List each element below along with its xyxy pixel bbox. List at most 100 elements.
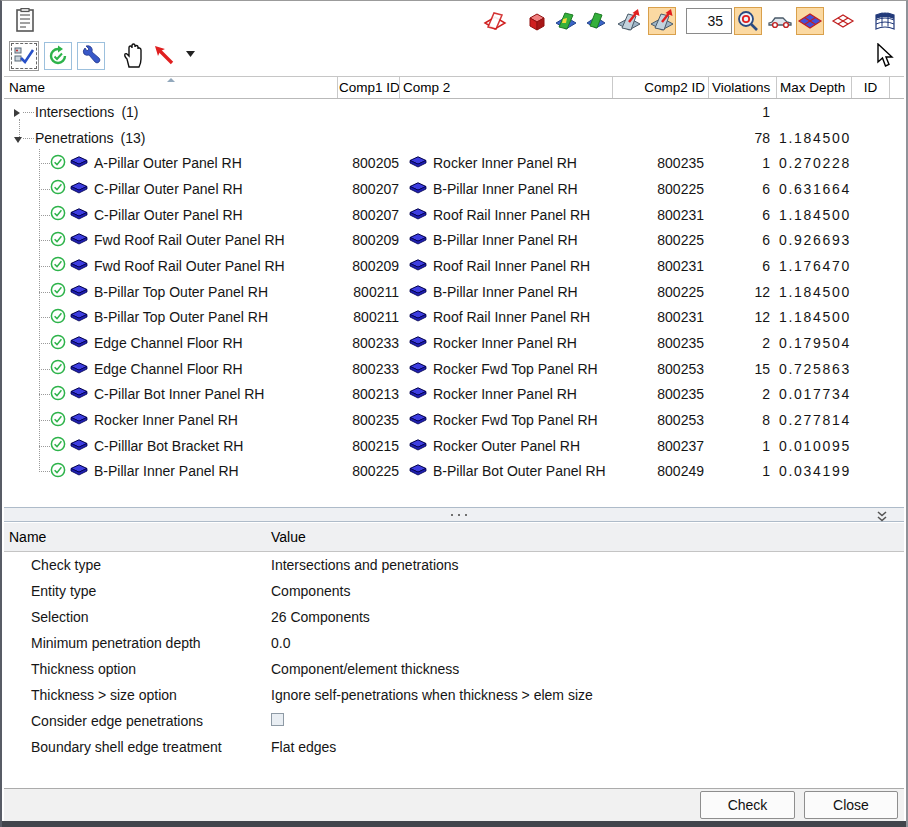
detail-row[interactable]: Boundary shell edge treatmentFlat edges bbox=[4, 734, 904, 760]
results-tree: Intersections(1) 1 Penetrations(13) 78 1… bbox=[4, 99, 904, 507]
component-icon bbox=[409, 155, 427, 171]
footer-bar: Check Close bbox=[4, 789, 904, 822]
expand-expanded-icon[interactable] bbox=[14, 137, 22, 143]
check-button[interactable]: Check bbox=[700, 791, 795, 819]
penetration-row[interactable]: Edge Channel Floor RH 800233 Rocker Fwd … bbox=[4, 356, 904, 382]
component-icon bbox=[409, 258, 427, 274]
details-header-name: Name bbox=[4, 529, 271, 545]
penetration-row[interactable]: Rocker Inner Panel RH 800235 Rocker Fwd … bbox=[4, 407, 904, 433]
column-header-comp2-id[interactable]: Comp2 ID bbox=[613, 77, 709, 98]
component-icon bbox=[70, 232, 88, 248]
check-ok-icon bbox=[50, 359, 66, 378]
tree-group-intersections[interactable]: Intersections(1) 1 bbox=[4, 99, 904, 125]
report-document-icon[interactable] bbox=[12, 7, 38, 34]
expand-collapsed-icon[interactable] bbox=[14, 109, 20, 117]
component-icon bbox=[409, 386, 427, 402]
mesh-table-icon[interactable] bbox=[871, 7, 899, 35]
details-header: Name Value bbox=[4, 523, 904, 552]
depth-number-input[interactable] bbox=[686, 8, 732, 34]
detail-row[interactable]: Minimum penetration depth0.0 bbox=[4, 630, 904, 656]
component-icon bbox=[409, 207, 427, 223]
component-icon bbox=[409, 463, 427, 479]
penetration-row[interactable]: Fwd Roof Rail Outer Panel RH 800209 Roof… bbox=[4, 253, 904, 279]
penetration-vector-icon[interactable] bbox=[615, 7, 643, 35]
check-ok-icon bbox=[50, 411, 66, 430]
detail-row[interactable]: Thickness optionComponent/element thickn… bbox=[4, 656, 904, 682]
check-ok-icon bbox=[50, 308, 66, 327]
component-icon bbox=[70, 335, 88, 351]
window-bottom-edge bbox=[2, 821, 906, 827]
detail-row[interactable]: Check typeIntersections and penetrations bbox=[4, 552, 904, 578]
detail-row[interactable]: Consider edge penetrations bbox=[4, 708, 904, 734]
toolbar-top bbox=[4, 2, 904, 38]
penetration-check-window: Name Comp1 ID Comp 2 Comp2 ID Violations… bbox=[0, 0, 908, 827]
column-header-violations[interactable]: Violations bbox=[709, 77, 777, 98]
component-icon bbox=[70, 309, 88, 325]
results-table-header: Name Comp1 ID Comp 2 Comp2 ID Violations… bbox=[4, 76, 904, 99]
component-icon bbox=[70, 258, 88, 274]
check-ok-icon bbox=[50, 282, 66, 301]
tools-icon[interactable] bbox=[77, 42, 105, 70]
details-header-value: Value bbox=[271, 529, 306, 545]
toolbar-second bbox=[4, 38, 904, 75]
detail-row[interactable]: Selection26 Components bbox=[4, 604, 904, 630]
splitter-handle-icon[interactable] bbox=[451, 514, 467, 516]
column-header-max-depth[interactable]: Max Depth bbox=[777, 77, 852, 98]
column-header-name[interactable]: Name bbox=[4, 77, 338, 98]
select-arrow-icon[interactable] bbox=[150, 41, 180, 71]
component-icon bbox=[409, 438, 427, 454]
contour-result-icon[interactable] bbox=[552, 7, 580, 35]
component-icon bbox=[409, 412, 427, 428]
penetration-row[interactable]: B-Pillar Top Outer Panel RH 800211 B-Pil… bbox=[4, 279, 904, 305]
check-settings-icon[interactable] bbox=[9, 41, 39, 71]
review-zoom-icon[interactable] bbox=[734, 7, 762, 35]
detail-row[interactable]: Entity typeComponents bbox=[4, 578, 904, 604]
mesh-highlight-icon[interactable] bbox=[796, 7, 824, 35]
component-icon bbox=[70, 386, 88, 402]
recompute-icon[interactable] bbox=[44, 42, 72, 70]
check-ok-icon bbox=[50, 334, 66, 353]
penetration-row[interactable]: C-Pillar Bot Inner Panel RH 800213 Rocke… bbox=[4, 382, 904, 408]
component-icon bbox=[70, 463, 88, 479]
component-icon bbox=[70, 412, 88, 428]
penetration-row[interactable]: A-Pillar Outer Panel RH 800205 Rocker In… bbox=[4, 150, 904, 176]
penetration-row[interactable]: C-Pillar Outer Panel RH 800207 Roof Rail… bbox=[4, 202, 904, 228]
check-ok-icon bbox=[50, 205, 66, 224]
detail-row[interactable]: Thickness > size optionIgnore self-penet… bbox=[4, 682, 904, 708]
penetration-row[interactable]: B-Pillar Top Outer Panel RH 800211 Roof … bbox=[4, 305, 904, 331]
car-model-icon[interactable] bbox=[766, 7, 794, 35]
contour-result-2-icon[interactable] bbox=[582, 7, 610, 35]
check-ok-icon bbox=[50, 231, 66, 250]
column-header-comp2[interactable]: Comp 2 bbox=[400, 77, 613, 98]
component-icon bbox=[70, 181, 88, 197]
component-icon bbox=[409, 361, 427, 377]
mesh-outline-icon[interactable] bbox=[829, 7, 857, 35]
column-header-comp1-id[interactable]: Comp1 ID bbox=[338, 77, 400, 98]
tree-group-penetrations[interactable]: Penetrations(13) 78 1.184500 bbox=[4, 125, 904, 151]
check-ok-icon bbox=[50, 256, 66, 275]
consider-edge-penetrations-checkbox[interactable] bbox=[271, 713, 284, 726]
check-ok-icon bbox=[50, 154, 66, 173]
column-header-id[interactable]: ID bbox=[852, 77, 890, 98]
component-icon bbox=[409, 335, 427, 351]
component-icon bbox=[70, 361, 88, 377]
component-icon bbox=[70, 207, 88, 223]
select-arrow-dropdown-icon[interactable] bbox=[186, 50, 196, 58]
component-icon bbox=[409, 284, 427, 300]
pan-hand-icon[interactable] bbox=[119, 41, 147, 71]
component-icon bbox=[70, 155, 88, 171]
intersection-check-icon[interactable] bbox=[481, 7, 509, 35]
penetration-row[interactable]: B-Pillar Inner Panel RH 800225 B-Pillar … bbox=[4, 459, 904, 485]
check-ok-icon bbox=[50, 462, 66, 481]
penetration-row[interactable]: C-Pilllar Bot Bracket RH 800215 Rocker O… bbox=[4, 433, 904, 459]
panel-splitter[interactable] bbox=[4, 507, 904, 522]
close-button[interactable]: Close bbox=[804, 791, 898, 819]
penetration-vector-active-icon[interactable] bbox=[648, 7, 676, 35]
component-icon bbox=[70, 284, 88, 300]
penetration-row[interactable]: Edge Channel Floor RH 800233 Rocker Inne… bbox=[4, 330, 904, 356]
penetration-row[interactable]: C-Pillar Outer Panel RH 800207 B-Pillar … bbox=[4, 176, 904, 202]
penetration-row[interactable]: Fwd Roof Rail Outer Panel RH 800209 B-Pi… bbox=[4, 227, 904, 253]
column-header-filler bbox=[890, 77, 904, 98]
cube-depth-icon[interactable] bbox=[523, 7, 551, 35]
check-ok-icon bbox=[50, 436, 66, 455]
